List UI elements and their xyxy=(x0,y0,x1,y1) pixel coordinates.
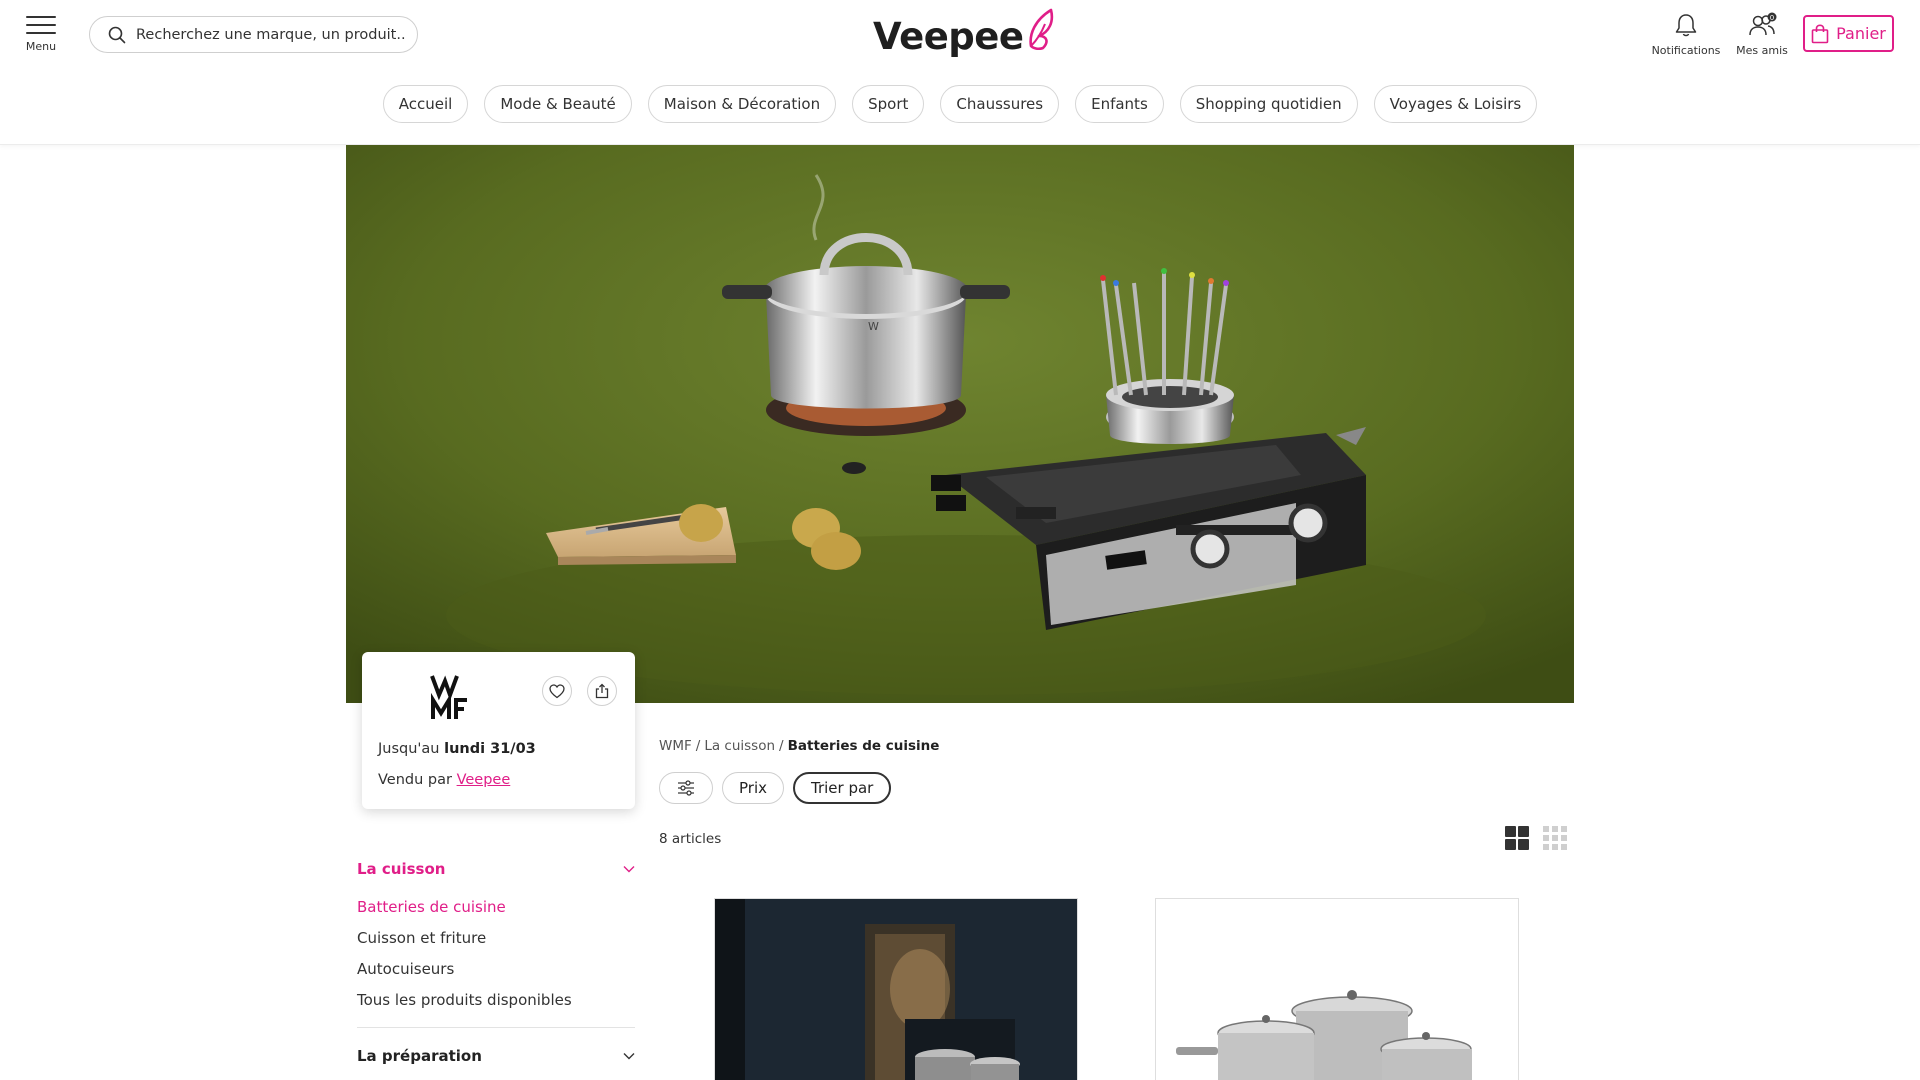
sidebar-category-label: La cuisson xyxy=(357,860,446,878)
nav-item-chaussures[interactable]: Chaussures xyxy=(940,85,1060,123)
nav-item-mode-beaute[interactable]: Mode & Beauté xyxy=(484,85,632,123)
notifications-button[interactable]: Notifications xyxy=(1650,12,1722,57)
hamburger-icon xyxy=(26,16,56,34)
until-date: lundi 31/03 xyxy=(444,741,536,757)
menu-button[interactable]: Menu xyxy=(24,16,58,53)
svg-text:W: W xyxy=(868,320,879,333)
breadcrumb-item-wmf[interactable]: WMF xyxy=(659,738,692,754)
hero-banner: W xyxy=(346,145,1574,703)
seller-info: Vendu par Veepee xyxy=(378,772,510,788)
share-icon xyxy=(595,683,609,699)
veepee-logo[interactable]: Veepee xyxy=(873,8,1059,60)
search-input[interactable] xyxy=(136,26,406,43)
shopping-bag-icon xyxy=(1811,23,1829,43)
wmf-logo xyxy=(430,675,467,719)
filters-button[interactable] xyxy=(659,772,713,804)
nav-item-enfants[interactable]: Enfants xyxy=(1075,85,1164,123)
until-prefix: Jusqu'au xyxy=(378,741,440,757)
logo-text: Veepee xyxy=(873,15,1024,58)
share-button[interactable] xyxy=(587,676,617,706)
search-bar[interactable] xyxy=(89,16,418,53)
sidebar-item-autocuiseurs[interactable]: Autocuiseurs xyxy=(357,959,572,990)
price-filter-button[interactable]: Prix xyxy=(722,772,784,804)
notifications-label: Notifications xyxy=(1651,44,1721,57)
sidebar-item-batteries-de-cuisine[interactable]: Batteries de cuisine xyxy=(357,897,572,928)
sliders-icon xyxy=(678,780,694,796)
chevron-down-icon xyxy=(623,1053,635,1060)
seller-link[interactable]: Veepee xyxy=(457,772,511,788)
product-card[interactable] xyxy=(714,898,1078,1080)
sidebar-subcategory-list: Batteries de cuisine Cuisson et friture … xyxy=(357,897,572,1021)
sidebar-item-cuisson-et-friture[interactable]: Cuisson et friture xyxy=(357,928,572,959)
friends-label: Mes amis xyxy=(1736,44,1788,57)
product-image xyxy=(1156,899,1518,1080)
nav-item-shopping-quotidien[interactable]: Shopping quotidien xyxy=(1179,85,1358,123)
results-count: 8 articles xyxy=(659,831,722,847)
cart-button[interactable]: Panier xyxy=(1803,15,1894,52)
hero-image: W xyxy=(346,145,1574,703)
grid-large-view-icon[interactable] xyxy=(1505,826,1529,850)
cart-label: Panier xyxy=(1836,24,1886,43)
bell-icon xyxy=(1675,14,1697,37)
sort-button[interactable]: Trier par xyxy=(793,772,892,804)
friends-badge: 0 xyxy=(1770,14,1774,22)
sidebar-item-tous-les-produits[interactable]: Tous les produits disponibles xyxy=(357,990,572,1021)
sale-end-date: Jusqu'au lundi 31/03 xyxy=(378,741,536,757)
product-image xyxy=(715,899,1077,1080)
sidebar-category-la-cuisson[interactable]: La cuisson xyxy=(357,860,635,878)
heart-icon xyxy=(549,683,565,698)
sidebar-category-la-preparation[interactable]: La préparation xyxy=(357,1047,635,1065)
breadcrumb-separator: / xyxy=(779,738,784,754)
grid-small-view-icon[interactable] xyxy=(1543,826,1567,850)
search-icon xyxy=(108,26,126,43)
sold-prefix: Vendu par xyxy=(378,772,452,788)
sidebar-category-label: La préparation xyxy=(357,1047,482,1065)
main-nav: Accueil Mode & Beauté Maison & Décoratio… xyxy=(0,85,1920,123)
butterfly-icon xyxy=(1029,8,1054,50)
friends-icon: 0 xyxy=(1749,12,1777,36)
breadcrumb-separator: / xyxy=(695,738,701,754)
breadcrumb-current: Batteries de cuisine xyxy=(787,738,940,754)
favorite-button[interactable] xyxy=(542,676,572,706)
chevron-up-icon xyxy=(623,866,635,873)
breadcrumb-item-la-cuisson[interactable]: La cuisson xyxy=(704,738,775,754)
nav-item-accueil[interactable]: Accueil xyxy=(382,85,469,123)
sidebar-divider xyxy=(357,1027,635,1028)
brand-card: Jusqu'au lundi 31/03 Vendu par Veepee xyxy=(362,652,635,809)
breadcrumb: WMF / La cuisson / Batteries de cuisine xyxy=(659,738,939,754)
filter-bar: Prix Trier par xyxy=(659,772,892,804)
friends-button[interactable]: 0 Mes amis xyxy=(1733,12,1791,57)
nav-item-sport[interactable]: Sport xyxy=(852,85,925,123)
nav-item-voyages-loisirs[interactable]: Voyages & Loisirs xyxy=(1373,85,1538,123)
site-header: Menu Veepee Notifications 0 Mes xyxy=(0,0,1920,145)
product-card[interactable] xyxy=(1155,898,1519,1080)
menu-label: Menu xyxy=(25,40,57,53)
nav-item-maison-decoration[interactable]: Maison & Décoration xyxy=(647,85,837,123)
